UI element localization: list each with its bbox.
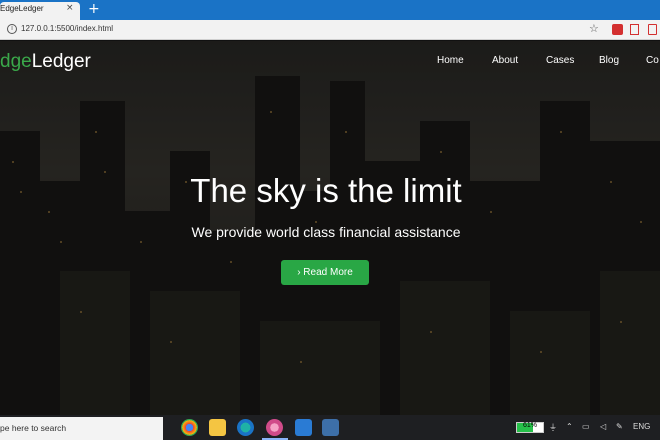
site-info-icon[interactable]: i [7,24,17,34]
taskbar: pe here to search 61% ⏚ ⌃ ▭ ◁ ✎ ENG [0,415,660,440]
edge-icon[interactable] [237,419,254,436]
power-plug-icon[interactable]: ⏚ [549,422,557,433]
site-logo[interactable]: dgeLedger [0,51,91,73]
tab-title: EdgeLedger [0,4,44,13]
bookmark-star-icon[interactable]: ☆ [589,22,599,35]
address-bar[interactable]: 127.0.0.1:5500/index.html [21,24,113,33]
nav-link-home[interactable]: Home [437,55,464,66]
browser-toolbar: i 127.0.0.1:5500/index.html ☆ [0,20,660,40]
nav-link-about[interactable]: About [492,55,518,66]
app-icon[interactable] [322,419,339,436]
nav-link-contact[interactable]: Co [646,55,659,66]
hero-title: The sky is the limit [190,172,462,209]
logo-accent-text: dge [0,51,32,72]
pen-icon[interactable]: ✎ [616,422,623,431]
chrome-icon[interactable] [181,419,198,436]
vscode-icon[interactable] [295,419,312,436]
volume-icon[interactable]: ◁ [600,422,606,431]
chrome-profile-icon[interactable] [266,419,283,436]
language-indicator[interactable]: ENG [633,422,650,431]
browser-tab[interactable]: EdgeLedger × [0,2,80,20]
adblock-extension-icon[interactable] [612,24,623,35]
battery-indicator[interactable]: 61% [516,422,544,433]
page-viewport: dgeLedger Home About Cases Blog Co The s… [0,41,660,415]
network-icon[interactable]: ▭ [582,422,590,431]
hero-subtitle: We provide world class financial assista… [191,224,461,240]
taskbar-search-placeholder: pe here to search [0,423,67,433]
chevron-up-icon[interactable]: ⌃ [566,422,573,431]
pdf-extension-icon[interactable] [630,24,639,35]
tab-close-icon[interactable]: × [66,3,74,13]
battery-percent-text: 61% [522,422,537,429]
nav-link-cases[interactable]: Cases [546,55,574,66]
browser-tab-strip: EdgeLedger × + [0,0,660,20]
read-more-button[interactable]: › Read More [281,260,369,285]
file-explorer-icon[interactable] [209,419,226,436]
document-extension-icon[interactable] [648,24,657,35]
logo-text: Ledger [31,51,91,72]
new-tab-button[interactable]: + [88,1,100,17]
taskbar-search-box[interactable]: pe here to search [0,417,163,440]
nav-link-blog[interactable]: Blog [599,55,619,66]
